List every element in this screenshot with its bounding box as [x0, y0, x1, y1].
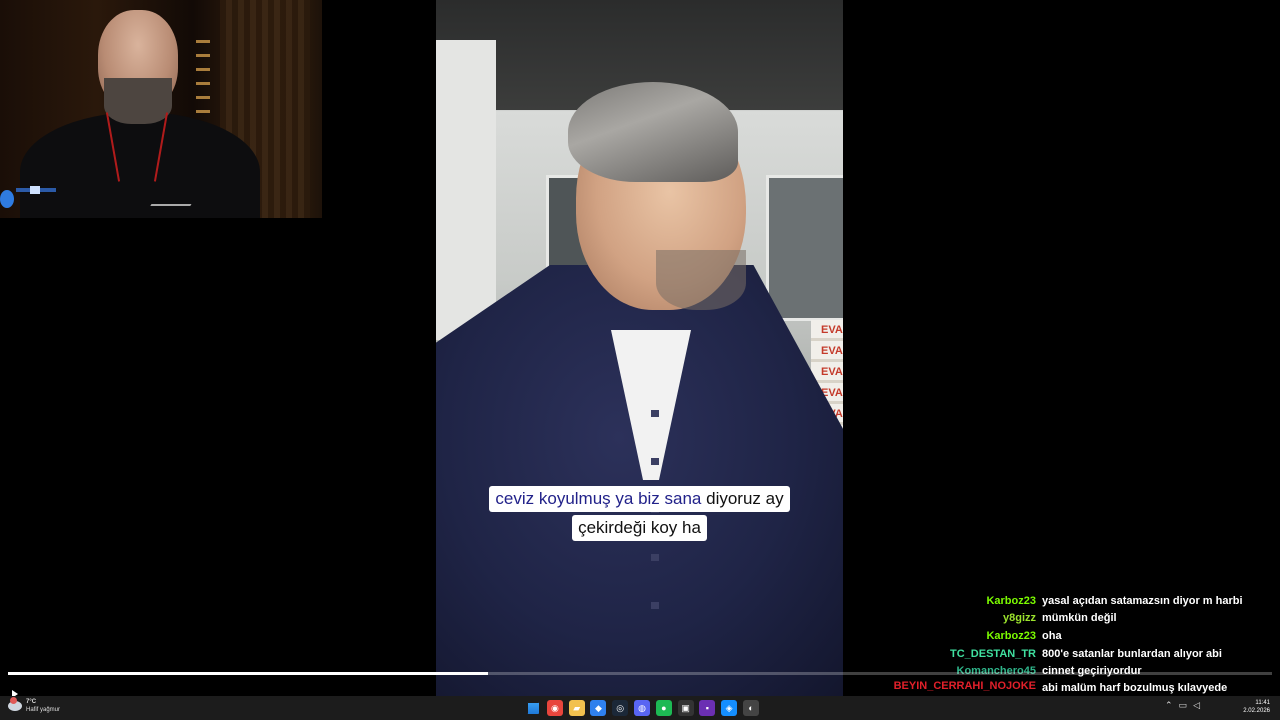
chat-username[interactable]: Karboz23 — [880, 595, 1042, 607]
weather-temp: 7°C — [26, 699, 37, 705]
caption-highlight: ceviz koyulmuş ya biz sana — [495, 489, 702, 508]
chat-username[interactable]: Karboz23 — [880, 630, 1042, 642]
chat-text: yasal açıdan satamazsın diyor m harbi — [1042, 594, 1243, 607]
windows-taskbar: 7°C Hafif yağmur ◉ ▰ ◆ ◎ ◍ ● ▣ ▪ ◈ ◐ ⌃ ▭ ◁ 11:41 … — [0, 696, 1280, 720]
chrome-icon[interactable]: ◉ — [546, 700, 563, 716]
weather-text: 7°C Hafif yağmur — [26, 698, 60, 714]
video-progress-fill — [8, 672, 489, 675]
chat-message: y8gizz mümkün değil — [880, 610, 1280, 628]
volume-icon[interactable]: ◁ — [1193, 700, 1200, 711]
chat-text: oha — [1042, 629, 1062, 642]
chat-username[interactable]: y8gizz — [880, 612, 1042, 624]
person-jacket — [436, 265, 843, 696]
chat-message: Karboz23 oha — [880, 627, 1280, 645]
shirt-logo — [144, 204, 192, 216]
taskbar-clock[interactable]: 11:41 2.02.2026 — [1243, 699, 1270, 715]
chat-message: Karboz23 yasal açıdan satamazsın diyor m … — [880, 592, 1280, 610]
discord-icon[interactable]: ◍ — [634, 700, 651, 716]
video-captions: ceviz koyulmuş ya biz sana diyoruz ay çe… — [436, 486, 843, 544]
microphone-light — [30, 186, 40, 194]
weather-desc: Hafif yağmur — [26, 707, 61, 713]
epic-icon[interactable]: ▣ — [677, 700, 694, 716]
person-hair — [568, 82, 738, 182]
weather-icon — [8, 697, 22, 711]
kick-icon[interactable]: ▪ — [699, 700, 716, 716]
caption-rest: diyoruz ay — [701, 489, 784, 508]
webcam-overlay — [0, 0, 322, 218]
chat-text: mümkün değil — [1042, 612, 1117, 625]
chat-username[interactable]: BEYIN_CERRAHI_NOJOKE — [880, 680, 1042, 692]
chat-text: 800'e satanlar bunlardan alıyor abi — [1042, 647, 1222, 660]
main-video[interactable]: EVAEVAEVAEVAEVAEVA — [436, 0, 843, 696]
video-progress-bar[interactable] — [8, 672, 1272, 675]
windows-start-icon[interactable] — [527, 702, 539, 714]
caption-line-2: çekirdeği koy ha — [572, 515, 707, 541]
network-icon[interactable]: ▭ — [1179, 700, 1188, 711]
video-wall — [436, 40, 496, 340]
folder-icon[interactable]: ▰ — [568, 700, 585, 716]
clock-date: 2.02.2026 — [1243, 708, 1270, 714]
battlenet-icon[interactable]: ◈ — [721, 700, 738, 716]
streamer-beard — [104, 78, 172, 124]
chat-username[interactable]: TC_DESTAN_TR — [880, 648, 1042, 660]
steam-icon[interactable]: ◎ — [612, 700, 629, 716]
system-tray: ⌃ ▭ ◁ — [1165, 700, 1200, 711]
chat-message: TC_DESTAN_TR 800'e satanlar bunlardan alı… — [880, 645, 1280, 663]
chevron-up-icon[interactable]: ⌃ — [1165, 700, 1173, 711]
video-window-right — [766, 175, 843, 321]
person-stubble — [656, 250, 746, 310]
box-label: EVA — [821, 345, 843, 357]
microphone-icon — [0, 190, 14, 208]
clock-time: 11:41 — [1255, 700, 1270, 706]
store-icon[interactable]: ◆ — [590, 700, 607, 716]
taskbar-apps: ◉ ▰ ◆ ◎ ◍ ● ▣ ▪ ◈ ◐ — [522, 698, 762, 718]
weather-widget[interactable]: 7°C Hafif yağmur — [8, 697, 60, 714]
box-label: EVA — [821, 324, 843, 336]
caption-line-1: ceviz koyulmuş ya biz sana diyoruz ay — [489, 486, 790, 512]
spotify-icon[interactable]: ● — [655, 700, 672, 716]
obs-icon[interactable]: ◐ — [742, 700, 759, 716]
